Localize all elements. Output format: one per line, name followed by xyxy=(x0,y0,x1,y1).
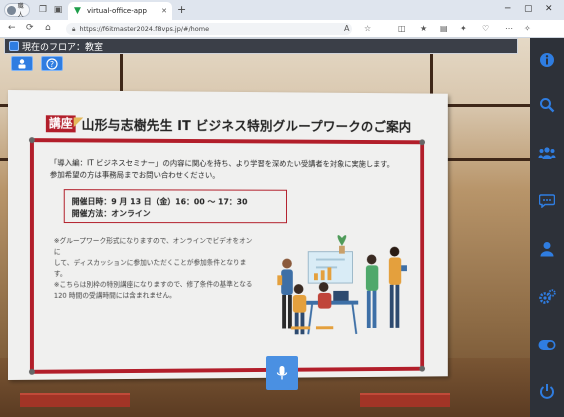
url-text: https://f6itmaster2024.f8vps.jp/#/home xyxy=(79,25,210,33)
browser-tab-bar: 職人 ❐ ▣ ▼ virtual-office-app ✕ + ─ ▢ ✕ xyxy=(0,0,564,20)
poster-heading: 講座 山形与志樹先生 IT ビジネス特別グループワークのご案内 xyxy=(45,114,412,135)
course-badge: 講座 xyxy=(45,114,84,132)
minimize-icon[interactable]: ─ xyxy=(505,4,510,15)
gears-icon xyxy=(539,289,556,304)
favorites-icon[interactable]: ★ xyxy=(420,24,427,34)
teamwork-illustration xyxy=(277,235,407,348)
microphone-button[interactable] xyxy=(266,356,298,390)
sidebar-chat-button[interactable] xyxy=(530,186,564,216)
pin-icon xyxy=(28,368,35,375)
read-aloud-icon[interactable]: A xyxy=(344,24,349,34)
pin-icon xyxy=(419,139,426,146)
poster-frame: 「導入編：IT ビジネスセミナー」の内容に関心を持ち、より学習を深めたい受講者を… xyxy=(28,137,426,375)
user-icon xyxy=(540,242,554,257)
sidebar-info-button[interactable] xyxy=(530,45,564,75)
help-button[interactable]: ? xyxy=(41,56,63,71)
lock-icon: 🔒︎ xyxy=(72,25,76,33)
info-icon xyxy=(540,53,554,67)
schedule-date: 開催日時：9 月 13 日（金）16：00 ～ 17：30 xyxy=(71,197,248,207)
virtual-office-app: 現在のフロア：教室 ? 講座 山形与志樹先生 IT ビジネス特別グループワークの… xyxy=(0,38,564,417)
sidebar-profile-button[interactable] xyxy=(530,234,564,264)
group-icon xyxy=(538,147,556,159)
vue-favicon-icon: ▼ xyxy=(74,5,81,16)
url-input[interactable]: 🔒︎ https://f6itmaster2024.f8vps.jp/#/home xyxy=(66,23,352,35)
tab-virtual-office[interactable]: ▼ virtual-office-app ✕ xyxy=(68,2,172,20)
poster-title: 山形与志樹先生 IT ビジネス特別グループワークのご案内 xyxy=(81,118,412,135)
home-icon[interactable]: ⌂ xyxy=(45,23,51,34)
search-icon xyxy=(540,98,555,113)
current-floor-bar: 現在のフロア：教室 xyxy=(4,38,518,54)
address-bar-row: ← ⟳ ⌂ 🔒︎ https://f6itmaster2024.f8vps.jp/… xyxy=(0,20,564,56)
profile-label: 職人 xyxy=(17,3,24,19)
lead-line-2: 参加希望の方は事務局までお問い合わせください。 xyxy=(49,170,220,180)
floor-icon xyxy=(9,41,19,51)
schedule-method: 開催方法：オンライン xyxy=(71,209,151,219)
poster-notes: ※グループワーク形式になりますので、オンラインでビデオをオンに して、ディスカッ… xyxy=(54,236,255,302)
toggle-icon xyxy=(538,340,556,350)
sidebar-search-button[interactable] xyxy=(530,90,564,120)
extensions-icon[interactable]: ✦ xyxy=(460,24,467,34)
settings-more-icon[interactable]: ⋯ xyxy=(505,24,513,34)
workspaces-icon[interactable]: ❐ xyxy=(38,5,48,15)
split-screen-icon[interactable]: ◫ xyxy=(398,24,406,34)
chat-icon xyxy=(539,194,555,208)
heart-icon[interactable]: ♡ xyxy=(482,24,489,34)
classroom-desk xyxy=(20,393,130,407)
profile-button[interactable]: 職人 xyxy=(4,3,30,19)
collections-icon[interactable]: ▤ xyxy=(440,24,448,34)
new-tab-icon[interactable]: + xyxy=(177,4,186,16)
note-line: して、ディスカッションに参加いただくことが参加条件となります。 xyxy=(53,258,247,278)
avatar xyxy=(7,5,16,15)
tab-close-icon[interactable]: ✕ xyxy=(161,7,167,15)
classroom-desk xyxy=(360,393,450,407)
seminar-poster[interactable]: 講座 山形与志樹先生 IT ビジネス特別グループワークのご案内 「導入編：IT … xyxy=(8,90,448,380)
right-sidebar xyxy=(530,38,564,417)
poster-lead: 「導入編：IT ビジネスセミナー」の内容に関心を持ち、より学習を深めたい受講者を… xyxy=(50,157,410,182)
sidebar-toggle-button[interactable] xyxy=(530,330,564,360)
maximize-icon[interactable]: ▢ xyxy=(524,4,533,15)
refresh-icon[interactable]: ⟳ xyxy=(26,23,34,34)
power-icon xyxy=(540,384,554,399)
pin-icon xyxy=(419,365,426,372)
microphone-icon xyxy=(276,366,288,380)
question-icon: ? xyxy=(46,57,58,70)
person-board-icon xyxy=(18,58,26,68)
note-line: ※こちらは別枠の特別講座になりますので、修了条件の基準となる xyxy=(53,280,253,289)
avatar-settings-button[interactable] xyxy=(11,56,33,71)
ai-icon[interactable]: ✧ xyxy=(524,24,531,34)
back-icon[interactable]: ← xyxy=(8,23,16,34)
close-window-icon[interactable]: ✕ xyxy=(545,4,553,15)
schedule-box: 開催日時：9 月 13 日（金）16：00 ～ 17：30 開催方法：オンライン xyxy=(63,189,288,224)
favorite-star-icon[interactable]: ☆ xyxy=(364,24,371,34)
tab-actions-icon[interactable]: ▣ xyxy=(53,5,63,15)
note-line: 120 時間の受講時間には含まれません。 xyxy=(53,291,176,300)
note-line: ※グループワーク形式になりますので、オンラインでビデオをオンに xyxy=(53,236,253,256)
current-floor-label: 現在のフロア：教室 xyxy=(22,42,104,53)
sidebar-logout-button[interactable] xyxy=(530,376,564,406)
sidebar-members-button[interactable] xyxy=(530,138,564,168)
pin-icon xyxy=(28,137,35,144)
svg-text:?: ? xyxy=(50,60,54,69)
tab-title: virtual-office-app xyxy=(87,7,147,15)
sidebar-settings-button[interactable] xyxy=(530,282,564,312)
